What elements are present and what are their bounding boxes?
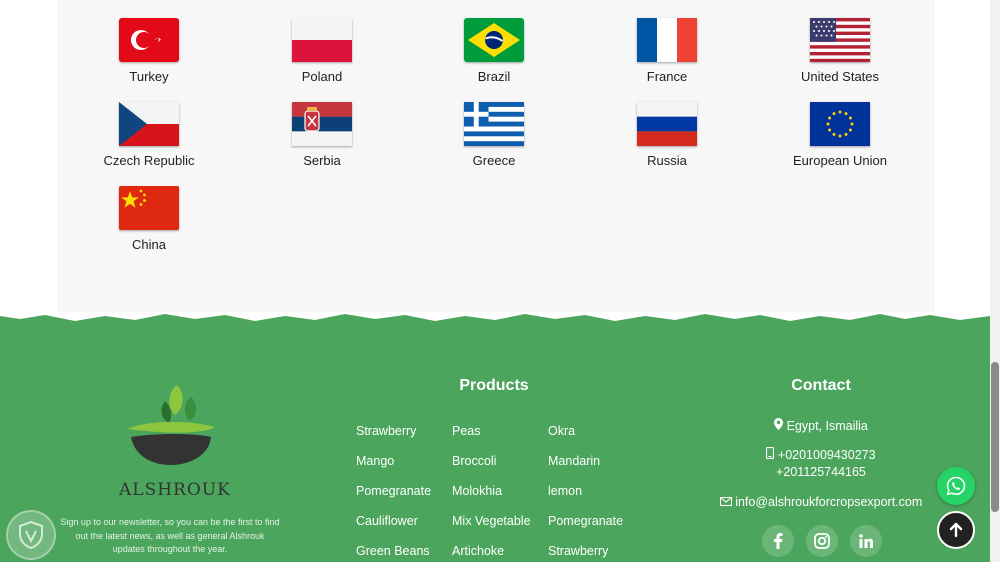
site-footer: ALSHROUK Sign up to our newsletter, so y…: [0, 312, 990, 562]
phone-number-2[interactable]: +201125744165: [710, 465, 932, 479]
address-line: Egypt, Ismailia: [710, 418, 932, 433]
envelope-icon: [719, 495, 735, 509]
email-text[interactable]: info@alshroukforcropsexport.com: [735, 495, 922, 509]
shield-leaf-icon: [19, 521, 43, 549]
contact-title: Contact: [791, 377, 851, 394]
facebook-button[interactable]: [762, 525, 794, 557]
product-link[interactable]: Peas: [452, 424, 481, 438]
product-link[interactable]: Cauliflower: [356, 514, 418, 528]
products-title: Products: [459, 377, 529, 394]
product-link[interactable]: Strawberry: [356, 424, 416, 438]
logo-text: ALSHROUK: [119, 480, 231, 500]
european-union-flag-icon: [810, 102, 870, 146]
address-text: Egypt, Ismailia: [786, 419, 868, 433]
map-pin-icon: [774, 418, 786, 433]
alshrouk-logo[interactable]: ALSHROUK: [115, 377, 231, 500]
leaf-bowl-logo-icon: [127, 385, 215, 465]
country-france: France: [597, 18, 737, 84]
product-link[interactable]: Mix Vegetable: [452, 514, 531, 528]
email-line[interactable]: info@alshroukforcropsexport.com: [710, 495, 932, 509]
country-name: United States: [800, 69, 880, 84]
country-european-union: European Union: [770, 102, 910, 168]
linkedin-icon: [859, 534, 873, 548]
brazil-flag-icon: [464, 18, 524, 62]
product-link[interactable]: Broccoli: [452, 454, 496, 468]
product-link[interactable]: Green Beans: [356, 544, 430, 558]
phone-number-1[interactable]: +0201009430273: [778, 448, 876, 462]
turkey-flag-icon: [119, 18, 179, 62]
product-link[interactable]: Mandarin: [548, 454, 600, 468]
phone-line[interactable]: +0201009430273: [710, 446, 932, 462]
instagram-button[interactable]: [806, 525, 838, 557]
country-serbia: Serbia: [252, 102, 392, 168]
countries-panel: Turkey Poland Brazil France United State…: [57, 0, 935, 320]
poland-flag-icon: [292, 18, 352, 62]
page-scrollbar[interactable]: [990, 0, 1000, 562]
back-to-top-button[interactable]: [937, 511, 975, 549]
phone-icon: [766, 446, 777, 462]
product-link[interactable]: Okra: [548, 424, 575, 438]
instagram-icon: [814, 533, 830, 549]
product-link[interactable]: lemon: [548, 484, 582, 498]
country-name: Serbia: [303, 153, 341, 168]
whatsapp-icon: [946, 476, 966, 496]
united-states-flag-icon: [810, 18, 870, 62]
country-china: China: [79, 186, 219, 252]
country-name: China: [132, 237, 166, 252]
floating-badge[interactable]: [6, 510, 56, 560]
facebook-icon: [774, 533, 783, 549]
country-name: Russia: [647, 153, 687, 168]
country-name: European Union: [793, 153, 887, 168]
torn-edge-divider: [0, 312, 990, 321]
country-name: Poland: [301, 69, 343, 84]
country-name: Brazil: [477, 69, 511, 84]
country-czech-republic: Czech Republic: [79, 102, 219, 168]
country-turkey: Turkey: [79, 18, 219, 84]
product-link[interactable]: Mango: [356, 454, 394, 468]
greece-flag-icon: [464, 102, 524, 146]
product-link[interactable]: Molokhia: [452, 484, 502, 498]
newsletter-text: Sign up to our newsletter, so you can be…: [60, 517, 280, 554]
country-name: Czech Republic: [103, 153, 195, 168]
russia-flag-icon: [637, 102, 697, 146]
country-russia: Russia: [597, 102, 737, 168]
country-name: Greece: [472, 153, 516, 168]
china-flag-icon: [119, 186, 179, 230]
serbia-flag-icon: [292, 102, 352, 146]
scrollbar-thumb[interactable]: [991, 362, 999, 512]
country-brazil: Brazil: [424, 18, 564, 84]
czech-republic-flag-icon: [119, 102, 179, 146]
whatsapp-button[interactable]: [937, 467, 975, 505]
product-link[interactable]: Pomegranate: [548, 514, 623, 528]
arrow-up-icon: [949, 522, 963, 538]
france-flag-icon: [637, 18, 697, 62]
country-name: Turkey: [129, 69, 169, 84]
country-united-states: United States: [770, 18, 910, 84]
product-link[interactable]: Pomegranate: [356, 484, 431, 498]
country-greece: Greece: [424, 102, 564, 168]
country-name: France: [646, 69, 688, 84]
country-poland: Poland: [252, 18, 392, 84]
linkedin-button[interactable]: [850, 525, 882, 557]
product-link[interactable]: Artichoke: [452, 544, 504, 558]
product-link[interactable]: Strawberry: [548, 544, 608, 558]
